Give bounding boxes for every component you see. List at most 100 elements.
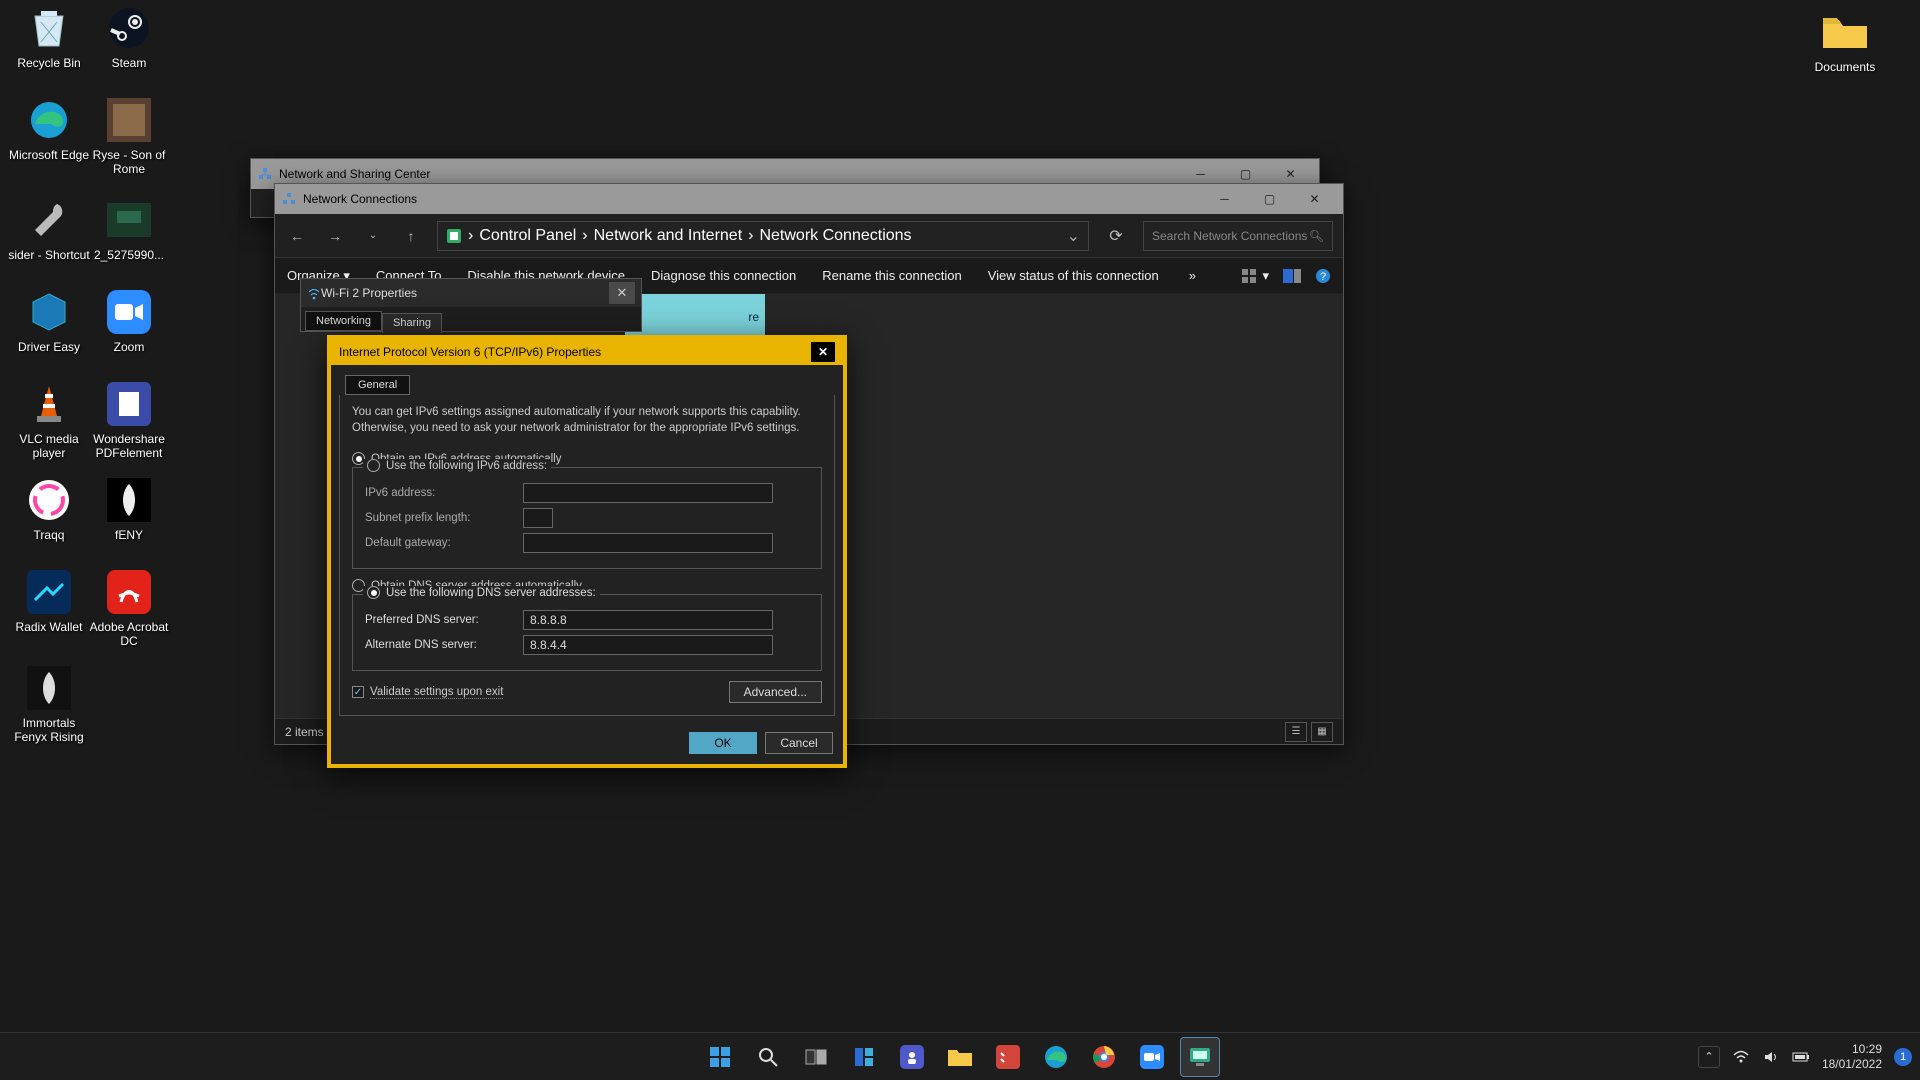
dialog-ipv6-properties[interactable]: Internet Protocol Version 6 (TCP/IPv6) P… [327,335,847,768]
back-button[interactable]: ← [285,224,309,248]
search-input[interactable]: Search Network Connections 🔍︎ [1143,221,1333,251]
traqq-icon [25,476,73,524]
breadcrumb-item[interactable]: Network and Internet [594,227,743,245]
time-text: 10:29 [1822,1042,1882,1056]
desktop-icon-immortals[interactable]: Immortals Fenyx Rising [4,664,94,745]
close-button[interactable]: ✕ [1292,185,1337,213]
desktop-icon-feny[interactable]: fENY [84,476,174,542]
diagnose-button[interactable]: Diagnose this connection [651,268,796,283]
taskbar-app-explorer[interactable] [940,1037,980,1077]
tab-general[interactable]: General [345,375,410,395]
view-options-button[interactable]: ▾ [1242,268,1269,284]
titlebar[interactable]: Internet Protocol Version 6 (TCP/IPv6) P… [331,339,843,365]
desktop-icon-steam[interactable]: Steam [84,4,174,70]
breadcrumb-item[interactable]: Control Panel [479,227,576,245]
close-button[interactable]: ✕ [811,342,835,362]
overflow-button[interactable]: » [1189,268,1196,283]
taskbar-app-teams[interactable] [892,1037,932,1077]
desktop-icon-zoom[interactable]: Zoom [84,288,174,354]
clock[interactable]: 10:29 18/01/2022 [1822,1042,1882,1071]
desktop-icon-label: Traqq [34,528,65,542]
preferred-dns-input[interactable] [523,610,773,630]
radio-use-dns[interactable] [367,586,380,599]
desktop-icon-documents[interactable]: Documents [1800,8,1890,74]
minimize-button[interactable]: ─ [1202,185,1247,213]
task-view-button[interactable] [796,1037,836,1077]
taskbar-app-chrome[interactable] [1084,1037,1124,1077]
volume-tray-icon[interactable] [1762,1048,1780,1066]
breadcrumb-bar[interactable]: › Control Panel › Network and Internet ›… [437,221,1089,251]
forward-button[interactable]: → [323,224,347,248]
recycle-bin-icon [25,4,73,52]
image-icon [105,196,153,244]
ipv6-address-input[interactable] [523,483,773,503]
battery-tray-icon[interactable] [1792,1048,1810,1066]
dialog-title: Internet Protocol Version 6 (TCP/IPv6) P… [339,345,601,359]
desktop-icon-ryse[interactable]: Ryse - Son of Rome [84,96,174,177]
close-button[interactable]: ✕ [609,282,635,304]
subnet-prefix-label: Subnet prefix length: [365,512,515,524]
breadcrumb-item[interactable]: Network Connections [759,227,911,245]
address-toolbar: ← → ⌄ ↑ › Control Panel › Network and In… [275,214,1343,258]
chevron-right-icon: › [582,227,587,245]
help-button[interactable]: ? [1315,268,1331,284]
search-placeholder: Search Network Connections [1152,229,1307,243]
radix-icon [25,568,73,616]
network-connections-icon [281,191,297,207]
refresh-button[interactable]: ⟳ [1103,223,1129,249]
desktop-icon-label: Documents [1815,60,1876,74]
default-gateway-input[interactable] [523,533,773,553]
desktop-icon-radix[interactable]: Radix Wallet [4,568,94,634]
notification-badge[interactable]: 1 [1894,1048,1912,1066]
taskbar-app-edge[interactable] [1036,1037,1076,1077]
up-button[interactable]: ↑ [399,224,423,248]
desktop-icon-edge[interactable]: Microsoft Edge [4,96,94,162]
preferred-dns-label: Preferred DNS server: [365,614,515,626]
desktop-icon-recycle-bin[interactable]: Recycle Bin [4,4,94,70]
taskbar-app-zoom[interactable] [1132,1037,1172,1077]
tab-sharing[interactable]: Sharing [382,313,442,333]
maximize-button[interactable]: ▢ [1247,185,1292,213]
radio-label: Use the following IPv6 address: [386,460,547,472]
subnet-prefix-input[interactable] [523,508,553,528]
tab-networking[interactable]: Networking [305,311,382,331]
desktop-icon-sider[interactable]: sider - Shortcut [4,196,94,262]
tray-overflow-button[interactable]: ⌃ [1698,1046,1720,1068]
titlebar[interactable]: Network Connections ─ ▢ ✕ [275,184,1343,214]
system-tray: ⌃ 10:29 18/01/2022 1 [1698,1042,1912,1071]
taskbar[interactable]: ⌃ 10:29 18/01/2022 1 [0,1032,1920,1080]
titlebar[interactable]: Wi-Fi 2 Properties ✕ [301,279,641,307]
desktop-icon-label: sider - Shortcut [8,248,89,262]
details-view-button[interactable]: ☰ [1285,722,1307,742]
desktop-icon-label: Steam [112,56,147,70]
desktop-icon-label: VLC media player [5,432,93,461]
taskbar-app-todoist[interactable] [988,1037,1028,1077]
cancel-button[interactable]: Cancel [765,732,833,754]
desktop-icon-label: Ryse - Son of Rome [85,148,173,177]
large-icons-view-button[interactable]: ▦ [1311,722,1333,742]
alternate-dns-label: Alternate DNS server: [365,639,515,651]
view-status-button[interactable]: View status of this connection [988,268,1159,283]
desktop-icon-acrobat[interactable]: Adobe Acrobat DC [84,568,174,649]
radio-use-ip[interactable] [367,459,380,472]
zoom-icon [105,288,153,336]
taskbar-app-control-panel[interactable] [1180,1037,1220,1077]
validate-checkbox[interactable]: ✓ Validate settings upon exit [352,686,503,699]
preview-pane-button[interactable] [1283,269,1301,283]
recent-dropdown[interactable]: ⌄ [361,224,385,248]
window-wifi-properties[interactable]: Wi-Fi 2 Properties ✕ Networking Sharing [300,278,642,332]
widgets-button[interactable] [844,1037,884,1077]
alternate-dns-input[interactable] [523,635,773,655]
desktop-icon-pdfelement[interactable]: Wondershare PDFelement [84,380,174,461]
wifi-tray-icon[interactable] [1732,1048,1750,1066]
rename-button[interactable]: Rename this connection [822,268,961,283]
desktop-icon-vlc[interactable]: VLC media player [4,380,94,461]
search-button[interactable] [748,1037,788,1077]
desktop-icon-drivereasy[interactable]: Driver Easy [4,288,94,354]
start-button[interactable] [700,1037,740,1077]
chevron-down-icon[interactable]: ⌄ [1067,226,1080,246]
ok-button[interactable]: OK [689,732,757,754]
desktop-icon-2527[interactable]: 2_5275990... [84,196,174,262]
advanced-button[interactable]: Advanced... [729,681,822,703]
desktop-icon-traqq[interactable]: Traqq [4,476,94,542]
